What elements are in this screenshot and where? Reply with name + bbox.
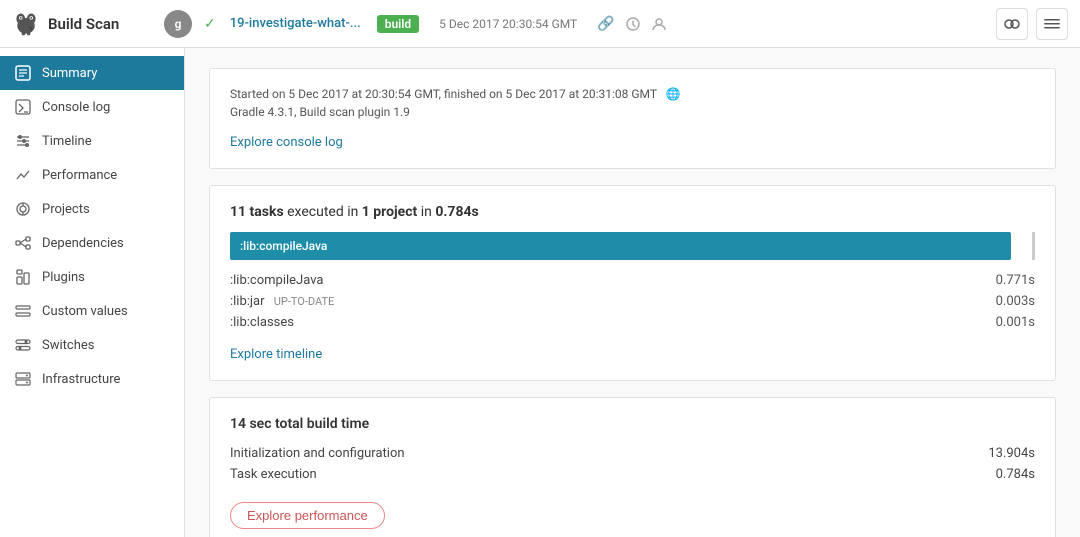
sidebar-item-plugins[interactable]: Plugins — [0, 260, 184, 294]
performance-card: 14 sec total build time Initialization a… — [209, 397, 1056, 537]
globe-icon: 🌐 — [666, 87, 681, 101]
sidebar-item-timeline[interactable]: Timeline — [0, 124, 184, 158]
perf-value-1: 13.904s — [988, 446, 1035, 461]
performance-icon — [14, 166, 32, 184]
app-title: Build Scan — [48, 15, 119, 33]
sidebar-label-plugins: Plugins — [42, 270, 85, 285]
task-list: :lib:compileJava 0.771s :lib:jar UP-TO-D… — [230, 270, 1035, 333]
console-log-icon — [14, 98, 32, 116]
check-icon: ✓ — [204, 16, 216, 32]
timeline-bar: :lib:compileJava — [230, 232, 1011, 260]
main-layout: Summary Console log Timeline Performance — [0, 48, 1080, 537]
projects-icon — [14, 200, 32, 218]
tasks-title: 11 tasks executed in 1 project in 0.784s — [230, 204, 1035, 220]
task-name-3: :lib:classes — [230, 315, 294, 330]
explore-console-log-link[interactable]: Explore console log — [230, 135, 343, 150]
build-id[interactable]: 19-investigate-what-... — [230, 16, 361, 31]
plugins-icon — [14, 268, 32, 286]
summary-icon — [14, 64, 32, 82]
explore-performance-button[interactable]: Explore performance — [230, 502, 385, 529]
sidebar-item-console-log[interactable]: Console log — [0, 90, 184, 124]
header: Build Scan g ✓ 19-investigate-what-... b… — [0, 0, 1080, 48]
timeline-bar-end-marker — [1032, 232, 1035, 260]
sidebar-item-dependencies[interactable]: Dependencies — [0, 226, 184, 260]
link-icon[interactable]: 🔗 — [597, 16, 614, 32]
perf-row-2: Task execution 0.784s — [230, 467, 1035, 482]
build-badge: build — [377, 15, 419, 33]
elephant-logo-icon — [12, 10, 40, 38]
dependencies-icon — [14, 234, 32, 252]
task-row: :lib:compileJava 0.771s — [230, 270, 1035, 291]
perf-label-1: Initialization and configuration — [230, 446, 405, 461]
explore-timeline-link[interactable]: Explore timeline — [230, 347, 322, 362]
sidebar-item-switches[interactable]: Switches — [0, 328, 184, 362]
perf-label-2: Task execution — [230, 467, 317, 482]
sidebar-label-timeline: Timeline — [42, 134, 92, 149]
sidebar: Summary Console log Timeline Performance — [0, 48, 185, 537]
task-time-1: 0.771s — [996, 273, 1035, 288]
meta-line-2: Gradle 4.3.1, Build scan plugin 1.9 — [230, 105, 1035, 119]
sidebar-label-custom-values: Custom values — [42, 304, 128, 319]
build-timestamp: 5 Dec 2017 20:30:54 GMT — [439, 17, 577, 31]
sidebar-label-dependencies: Dependencies — [42, 236, 124, 251]
perf-value-2: 0.784s — [996, 467, 1035, 482]
perf-title: 14 sec total build time — [230, 416, 1035, 432]
sidebar-label-console-log: Console log — [42, 100, 110, 115]
logo: Build Scan — [12, 10, 152, 38]
infrastructure-icon — [14, 370, 32, 388]
task-time-2: 0.003s — [996, 294, 1035, 309]
task-name-2: :lib:jar UP-TO-DATE — [230, 294, 334, 309]
meta-card: Started on 5 Dec 2017 at 20:30:54 GMT, f… — [209, 68, 1056, 169]
sidebar-label-summary: Summary — [42, 66, 97, 81]
history-icon[interactable] — [625, 16, 641, 32]
timeline-bar-wrapper: :lib:compileJava — [230, 232, 1035, 260]
sidebar-label-switches: Switches — [42, 338, 94, 353]
header-action-icons: 🔗 — [597, 16, 666, 32]
custom-values-icon — [14, 302, 32, 320]
task-time-3: 0.001s — [996, 315, 1035, 330]
sidebar-label-projects: Projects — [42, 202, 90, 217]
sidebar-item-performance[interactable]: Performance — [0, 158, 184, 192]
tasks-card: 11 tasks executed in 1 project in 0.784s… — [209, 185, 1056, 381]
main-content: Started on 5 Dec 2017 at 20:30:54 GMT, f… — [185, 48, 1080, 537]
sidebar-item-projects[interactable]: Projects — [0, 192, 184, 226]
task-badge-2: UP-TO-DATE — [274, 295, 335, 308]
compare-button[interactable] — [996, 8, 1028, 40]
switches-icon — [14, 336, 32, 354]
header-right-controls — [996, 8, 1068, 40]
sidebar-item-custom-values[interactable]: Custom values — [0, 294, 184, 328]
perf-row-1: Initialization and configuration 13.904s — [230, 446, 1035, 461]
timeline-icon — [14, 132, 32, 150]
sidebar-label-infrastructure: Infrastructure — [42, 372, 120, 387]
sidebar-item-summary[interactable]: Summary — [0, 56, 184, 90]
task-row: :lib:jar UP-TO-DATE 0.003s — [230, 291, 1035, 312]
timeline-bar-label: :lib:compileJava — [240, 239, 327, 253]
sidebar-label-performance: Performance — [42, 168, 117, 183]
task-name-1: :lib:compileJava — [230, 273, 323, 288]
task-row: :lib:classes 0.001s — [230, 312, 1035, 333]
sidebar-item-infrastructure[interactable]: Infrastructure — [0, 362, 184, 396]
avatar: g — [164, 10, 192, 38]
user-icon[interactable] — [651, 16, 667, 32]
menu-button[interactable] — [1036, 8, 1068, 40]
meta-line-1: Started on 5 Dec 2017 at 20:30:54 GMT, f… — [230, 87, 1035, 101]
